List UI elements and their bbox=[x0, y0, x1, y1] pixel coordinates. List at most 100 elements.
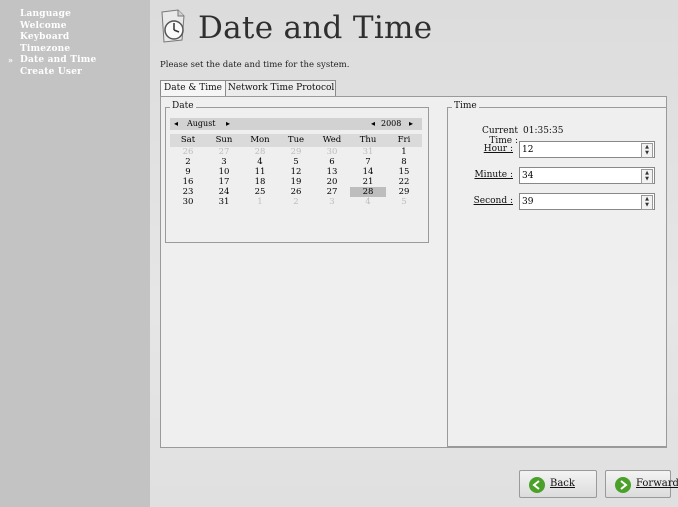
tab-panel: Date ◂ August ▸ ◂ 2008 ▸ Sat Sun Mon Tue Wed… bbox=[160, 96, 667, 448]
weekday-header-cell: Mon bbox=[242, 134, 278, 147]
calendar-day[interactable]: 29 bbox=[386, 187, 422, 197]
date-group-label: Date bbox=[170, 101, 196, 111]
back-arrow-icon bbox=[529, 477, 545, 493]
calendar-day[interactable]: 2 bbox=[278, 197, 314, 207]
weekday-header-cell: Sat bbox=[170, 134, 206, 147]
calendar-day[interactable]: 17 bbox=[206, 177, 242, 187]
calendar-day[interactable]: 15 bbox=[386, 167, 422, 177]
calendar-day[interactable]: 5 bbox=[278, 157, 314, 167]
main-panel: Date and Time Please set the date and ti… bbox=[150, 0, 678, 507]
weekday-header-cell: Wed bbox=[314, 134, 350, 147]
calendar-day[interactable]: 13 bbox=[314, 167, 350, 177]
calendar-day[interactable]: 27 bbox=[206, 147, 242, 157]
calendar-day[interactable]: 1 bbox=[386, 147, 422, 157]
calendar-day[interactable]: 7 bbox=[350, 157, 386, 167]
calendar-day[interactable]: 16 bbox=[170, 177, 206, 187]
prev-year-arrow-icon[interactable]: ◂ bbox=[371, 118, 375, 130]
calendar-week-row: 23 24 25 26 27 28 29 bbox=[170, 187, 422, 197]
calendar-week-row: 2345678 bbox=[170, 157, 422, 167]
calendar-day[interactable]: 3 bbox=[314, 197, 350, 207]
sidebar-item-language: Language bbox=[20, 9, 71, 19]
calendar-day[interactable]: 28 bbox=[242, 147, 278, 157]
month-label: August bbox=[187, 119, 216, 128]
second-spinner[interactable]: ▲▼ bbox=[519, 193, 655, 210]
time-group: Time Current Time : 01:35:35 Hour : ▲▼ M… bbox=[447, 101, 667, 447]
calendar-day[interactable]: 5 bbox=[386, 197, 422, 207]
calendar-day[interactable]: 9 bbox=[170, 167, 206, 177]
hour-spinner[interactable]: ▲▼ bbox=[519, 141, 655, 158]
current-time-row: Current Time : 01:35:35 bbox=[448, 126, 666, 146]
second-input[interactable] bbox=[522, 195, 632, 208]
calendar-day[interactable]: 30 bbox=[314, 147, 350, 157]
sidebar-item-create-user: Create User bbox=[20, 66, 83, 77]
tab-network-time-protocol[interactable]: Network Time Protocol bbox=[224, 80, 336, 96]
page-title: Date and Time bbox=[198, 10, 433, 46]
calendar-day[interactable]: 29 bbox=[278, 147, 314, 157]
calendar-day[interactable]: 6 bbox=[314, 157, 350, 167]
calendar-nav: ◂ August ▸ ◂ 2008 ▸ bbox=[170, 118, 422, 130]
prev-month-arrow-icon[interactable]: ◂ bbox=[174, 118, 178, 130]
weekday-header-cell: Sun bbox=[206, 134, 242, 147]
calendar-day[interactable]: 2 bbox=[170, 157, 206, 167]
minute-row: Minute : ▲▼ bbox=[448, 167, 666, 184]
weekday-header: Sat Sun Mon Tue Wed Thu Fri bbox=[170, 134, 422, 147]
calendar-grid: Sat Sun Mon Tue Wed Thu Fri 26 27 28 29 30 31 1 2 3 4 5 6… bbox=[170, 134, 422, 207]
calendar-week-row: 26 27 28 29 30 31 1 bbox=[170, 147, 422, 157]
calendar-day[interactable]: 26 bbox=[170, 147, 206, 157]
hour-label: Hour : bbox=[483, 144, 513, 154]
weekday-header-cell: Fri bbox=[386, 134, 422, 147]
sidebar-item-welcome: Welcome bbox=[20, 20, 67, 31]
forward-arrow-icon bbox=[615, 477, 631, 493]
calendar-day[interactable]: 8 bbox=[386, 157, 422, 167]
next-year-arrow-icon[interactable]: ▸ bbox=[409, 118, 413, 130]
calendar-body: 26 27 28 29 30 31 1 2 3 4 5 6 7 8 9 10 11 12 13 14 15 16 17 18 1… bbox=[170, 147, 422, 207]
calendar-day[interactable]: 25 bbox=[242, 187, 278, 197]
calendar-day[interactable]: 19 bbox=[278, 177, 314, 187]
calendar-day[interactable]: 27 bbox=[314, 187, 350, 197]
calendar-day[interactable]: 14 bbox=[350, 167, 386, 177]
calendar-day[interactable]: 23 bbox=[170, 187, 206, 197]
sidebar-item-timezone: Timezone bbox=[20, 43, 71, 54]
minute-spin-arrows-icon[interactable]: ▲ ▼ bbox=[641, 169, 653, 184]
calendar-day[interactable]: 21 bbox=[350, 177, 386, 187]
calendar-day[interactable]: 4 bbox=[242, 157, 278, 167]
calendar-day[interactable]: 4 bbox=[350, 197, 386, 207]
calendar-day[interactable]: 31 bbox=[350, 147, 386, 157]
second-row: Second : ▲▼ bbox=[448, 193, 666, 210]
year-label: 2008 bbox=[381, 119, 402, 128]
minute-input[interactable] bbox=[522, 169, 632, 182]
calendar-day[interactable]: 1 bbox=[242, 197, 278, 207]
sidebar: Language Welcome Keyboard Timezone » Date… bbox=[0, 0, 150, 507]
current-step-marker: » bbox=[8, 55, 14, 65]
calendar-day[interactable]: 10 bbox=[206, 167, 242, 177]
calendar-day[interactable]: 24 bbox=[206, 187, 242, 197]
current-time-value: 01:35:35 bbox=[523, 126, 564, 136]
calendar-day[interactable]: 31 bbox=[206, 197, 242, 207]
sidebar-item-keyboard: Keyboard bbox=[20, 32, 70, 42]
calendar-day[interactable]: 11 bbox=[242, 167, 278, 177]
calendar-day[interactable]: 28 bbox=[350, 187, 386, 197]
time-group-label: Time bbox=[452, 101, 479, 111]
calendar-day[interactable]: 20 bbox=[314, 177, 350, 187]
second-label: Second : bbox=[473, 196, 513, 206]
minute-label: Minute : bbox=[474, 170, 513, 180]
tab-date-and-time[interactable]: Date & Time bbox=[160, 80, 226, 96]
second-spin-arrows-icon[interactable]: ▲ ▼ bbox=[641, 195, 653, 210]
calendar-day[interactable]: 26 bbox=[278, 187, 314, 197]
calendar-week-row: 9 10 11 12 13 14 15 bbox=[170, 167, 422, 177]
calendar-day[interactable]: 22 bbox=[386, 177, 422, 187]
back-button[interactable]: Back bbox=[519, 470, 597, 498]
date-group: Date ◂ August ▸ ◂ 2008 ▸ Sat Sun Mon Tue Wed… bbox=[165, 101, 429, 243]
calendar-day[interactable]: 3 bbox=[206, 157, 242, 167]
minute-spinner[interactable]: ▲▼ bbox=[519, 167, 655, 184]
calendar-day[interactable]: 18 bbox=[242, 177, 278, 187]
hour-spin-arrows-icon[interactable]: ▲ ▼ bbox=[641, 143, 653, 158]
calendar-day[interactable]: 12 bbox=[278, 167, 314, 177]
clock-icon bbox=[158, 8, 190, 44]
calendar-day[interactable]: 30 bbox=[170, 197, 206, 207]
forward-button[interactable]: Forward bbox=[605, 470, 678, 498]
calendar-week-row: 30 31 1 2 3 4 5 bbox=[170, 197, 422, 207]
next-month-arrow-icon[interactable]: ▸ bbox=[226, 118, 230, 130]
weekday-header-cell: Tue bbox=[278, 134, 314, 147]
hour-input[interactable] bbox=[522, 143, 632, 156]
